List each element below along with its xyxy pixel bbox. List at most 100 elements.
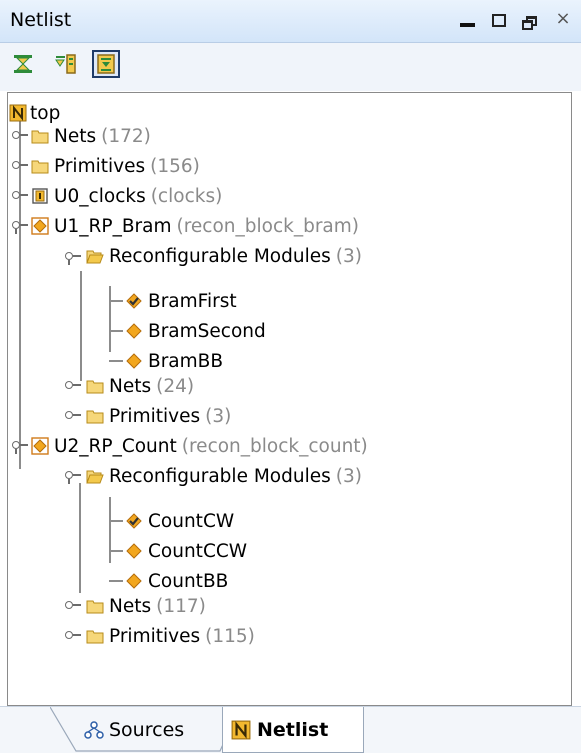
tree-connector [109,580,123,582]
node-count: (3) [205,405,232,427]
node-count: (24) [156,375,195,397]
active-module-icon [126,293,142,309]
tree-node-reconfigurable-modules[interactable]: Reconfigurable Modules (3) [86,461,362,491]
node-label: Nets [109,375,152,397]
node-count: (156) [150,155,200,177]
tree-node-bramfirst[interactable]: BramFirst [125,286,237,316]
maximize-button[interactable] [486,4,512,36]
tree-node-bramsecond[interactable]: BramSecond [125,316,266,346]
node-count: (recon_block_count) [181,435,368,457]
node-count: (117) [156,595,206,617]
folder-icon [86,630,104,644]
show-hierarchy-icon [97,54,115,74]
tree-node-primitives[interactable]: Primitives (3) [86,401,231,431]
tree-node-reconfigurable-modules[interactable]: Reconfigurable Modules (3) [86,241,362,271]
netlist-design-icon [231,720,251,739]
tab-netlist-label: Netlist [257,718,329,741]
tree-node-nets[interactable]: Nets (172) [31,121,151,151]
tree-connector [109,360,123,362]
minimize-icon [459,23,475,27]
tab-netlist[interactable]: Netlist [222,707,364,753]
node-label: Primitives [109,405,201,427]
collapse-all-icon [14,55,32,73]
node-label: CountCCW [148,540,248,562]
restore-button[interactable] [518,4,544,36]
tree-connector [109,520,123,522]
tree-connector [80,271,82,381]
node-label: CountBB [148,570,229,592]
expand-all-icon [55,54,76,74]
expand-all-button[interactable] [54,52,78,76]
reconfigurable-partition-icon [31,437,49,455]
netlist-toolbar [0,43,581,91]
node-count: (3) [335,245,362,267]
node-count: (3) [335,465,362,487]
folder-icon [86,380,104,394]
node-label: Reconfigurable Modules [109,465,331,487]
folder-icon [31,130,49,144]
tree-connector [109,497,111,563]
node-label: Reconfigurable Modules [109,245,331,267]
tree-connector [79,483,81,593]
tab-sources-label: Sources [109,719,185,741]
panel-title-bar: Netlist × [0,0,581,43]
node-label: U2_RP_Count [54,435,177,457]
folder-open-icon [86,250,104,264]
expand-toggle[interactable] [65,410,83,424]
module-icon [126,573,142,589]
maximize-icon [492,13,506,27]
node-label: Nets [54,125,97,147]
module-icon [126,323,142,339]
collapse-all-button[interactable] [11,52,35,76]
node-label: CountCW [148,510,235,532]
folder-icon [86,600,104,614]
expand-toggle[interactable] [65,251,83,265]
expand-toggle[interactable] [65,600,83,614]
expand-toggle[interactable] [12,220,30,234]
tree-node-nets[interactable]: Nets (24) [86,371,194,401]
netlist-tree: top Nets (172) Primitives (156) U0_clock… [7,92,572,706]
node-label: Nets [109,595,152,617]
expand-toggle[interactable] [65,470,83,484]
tree-node-u2-rp-count[interactable]: U2_RP_Count (recon_block_count) [31,431,368,461]
node-count: (clocks) [150,185,223,207]
node-count: (115) [205,625,255,647]
node-label: U0_clocks [54,185,146,207]
close-button[interactable]: × [550,2,576,34]
node-label: BramBB [148,350,224,372]
expand-toggle[interactable] [65,630,83,644]
tree-connector [109,300,123,302]
show-hierarchy-button[interactable] [92,50,120,78]
node-label: U1_RP_Bram [54,215,172,237]
netlist-design-icon [9,104,27,122]
node-label: BramSecond [148,320,266,342]
tree-connector [109,286,111,352]
tree-node-nets[interactable]: Nets (117) [86,591,206,621]
node-label: Primitives [54,155,146,177]
tab-sources[interactable]: Sources [50,707,240,753]
reconfigurable-partition-icon [31,217,49,235]
expand-toggle[interactable] [12,160,30,174]
tree-node-u1-rp-bram[interactable]: U1_RP_Bram (recon_block_bram) [31,211,359,241]
node-label: Primitives [109,625,201,647]
tree-node-countcw[interactable]: CountCW [125,506,234,536]
module-icon [126,353,142,369]
tree-node-u0-clocks[interactable]: U0_clocks (clocks) [31,181,222,211]
tree-node-primitives[interactable]: Primitives (115) [86,621,255,651]
minimize-button[interactable] [454,4,480,36]
module-icon [126,543,142,559]
expand-toggle[interactable] [12,440,30,454]
expand-toggle[interactable] [12,190,30,204]
panel-title: Netlist [10,9,72,31]
expand-toggle[interactable] [65,380,83,394]
folder-open-icon [86,470,104,484]
panel-tabs: Sources Netlist [0,706,581,753]
expand-toggle[interactable] [12,130,30,144]
tree-connector [109,330,123,332]
cell-instance-icon [32,188,48,204]
tree-node-countccw[interactable]: CountCCW [125,536,247,566]
node-count: (172) [101,125,151,147]
tree-node-primitives[interactable]: Primitives (156) [31,151,200,181]
restore-icon-back [522,20,533,30]
node-count: (recon_block_bram) [176,215,360,237]
